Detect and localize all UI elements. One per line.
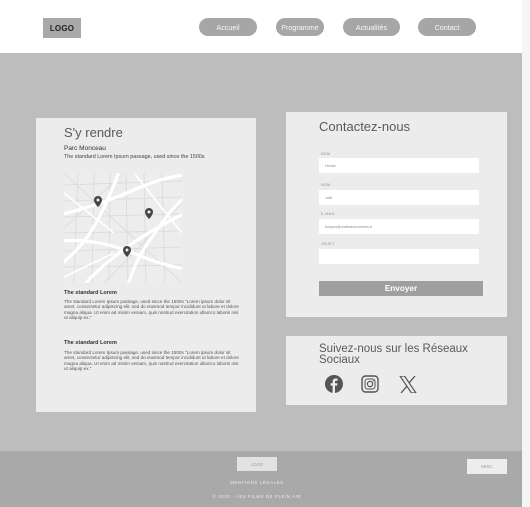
field-label: NOM (321, 183, 331, 187)
nav-programme[interactable]: Programme (276, 18, 324, 36)
location-intro: The standard Lorem Ipsum passage, used s… (64, 154, 205, 160)
social-title: Suivez-nous sur les Réseaux Sociaux (319, 343, 468, 366)
block-body: The standard Lorem Ipsum passage, used s… (64, 350, 239, 372)
location-place: Parc Monceau (64, 145, 106, 152)
email-field[interactable]: bonjour@unsiteavecunnom.fr (319, 219, 479, 234)
header-logo[interactable]: LOGO (43, 18, 81, 38)
nav-accueil[interactable]: Accueil (199, 18, 257, 36)
instagram-icon[interactable] (361, 375, 379, 398)
copyright-text: © 2020 · LES FILMS DE PLEIN AIR (212, 494, 302, 499)
page-frame: LOGO Accueil Programme Actualités Contac… (0, 0, 522, 507)
x-icon[interactable] (398, 375, 418, 398)
field-label: OBJET (321, 242, 335, 246)
facebook-icon[interactable] (325, 375, 343, 398)
footer-logo[interactable]: LOGO (237, 457, 277, 471)
nav-actualites[interactable]: Actualités (343, 18, 400, 36)
block-heading: The standard Lorem (64, 290, 117, 296)
name-field[interactable]: Homer (319, 158, 479, 173)
location-map[interactable] (64, 173, 182, 283)
map-pin-icon[interactable] (94, 194, 102, 212)
block-body: The standard Lorem Ipsum passage, used s… (64, 299, 239, 321)
map-pin-icon[interactable] (123, 244, 131, 262)
site-header: LOGO Accueil Programme Actualités Contac… (0, 0, 522, 53)
map-pin-icon[interactable] (145, 206, 153, 224)
firstname-field[interactable]: Julie (319, 190, 479, 205)
send-button[interactable]: Envoyer (319, 281, 483, 296)
nav-contact[interactable]: Contact (418, 18, 476, 36)
subject-field[interactable] (319, 249, 479, 264)
footer-button[interactable]: MISC (467, 459, 507, 474)
contact-title: Contactez-nous (319, 119, 411, 134)
field-label: NOM (321, 152, 331, 156)
field-label: E-MAIL (321, 212, 336, 216)
block-heading: The standard Lorem (64, 340, 117, 346)
legal-link[interactable]: MENTIONS LÉGALES (210, 480, 304, 485)
location-title: S'y rendre (64, 125, 123, 140)
